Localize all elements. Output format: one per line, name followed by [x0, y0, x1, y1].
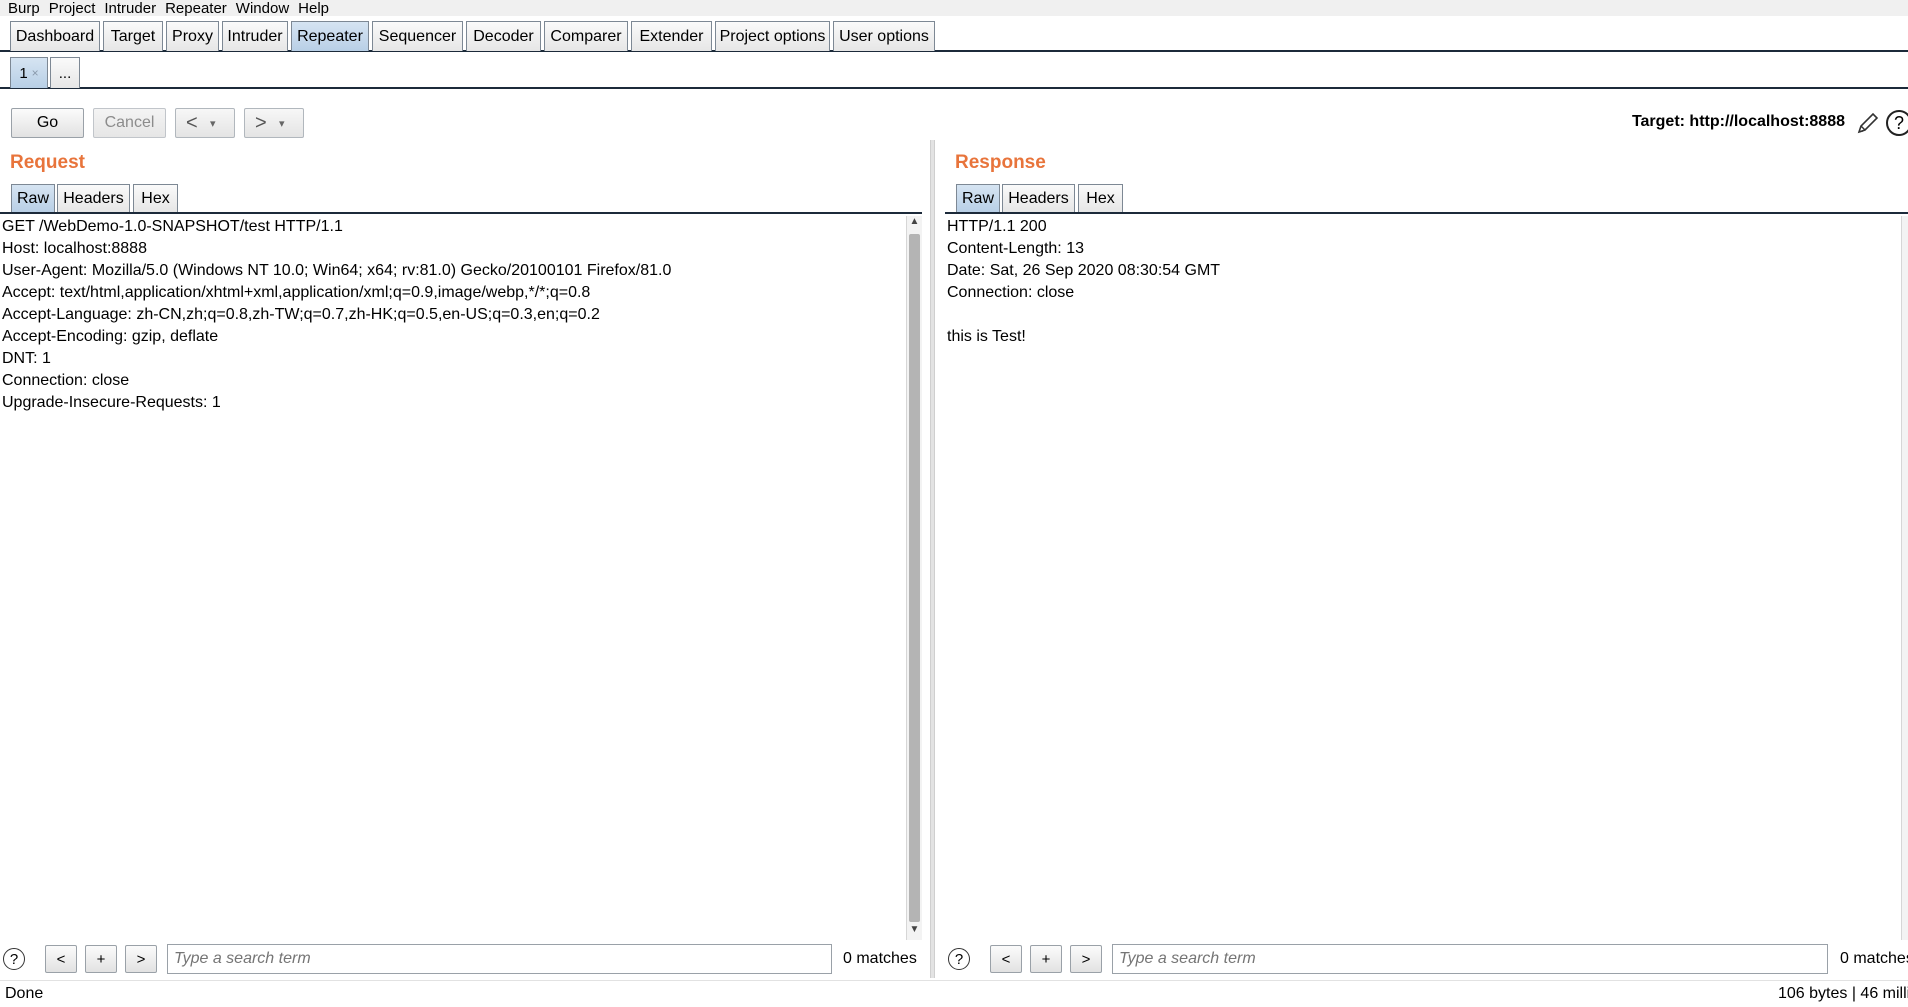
cancel-button[interactable]: Cancel [93, 108, 166, 138]
response-tab-underline [945, 212, 1908, 214]
request-search-help-icon[interactable]: ? [3, 948, 25, 970]
response-line: Connection: close [947, 284, 1075, 301]
response-tab-hex[interactable]: Hex [1078, 184, 1123, 212]
response-editor[interactable]: HTTP/1.1 200 Content-Length: 13 Date: Sa… [945, 216, 1901, 940]
request-line: Accept-Encoding: gzip, deflate [2, 328, 219, 345]
chevron-left-icon: < [186, 111, 198, 134]
request-tab-headers[interactable]: Headers [57, 184, 130, 212]
scrollbar-thumb[interactable] [909, 234, 920, 922]
request-line: GET /WebDemo-1.0-SNAPSHOT/test HTTP/1.1 [2, 218, 343, 235]
back-button[interactable]: < ▾ [175, 108, 235, 138]
repeater-tab-bar: 1 × ... [0, 52, 1908, 89]
close-icon[interactable]: × [32, 66, 39, 80]
request-line: Connection: close [2, 372, 130, 389]
response-stats: 106 bytes | 46 millis [1778, 985, 1908, 1003]
tab-extender[interactable]: Extender [631, 21, 712, 51]
tab-decoder[interactable]: Decoder [466, 21, 541, 51]
repeater-tab-label: 1 [19, 64, 28, 82]
scroll-up-icon[interactable]: ▲ [907, 216, 922, 232]
split-pane-divider[interactable] [930, 140, 935, 978]
response-match-count: 0 matches [1840, 950, 1908, 967]
request-match-count: 0 matches [843, 950, 917, 967]
help-icon[interactable]: ? [1886, 110, 1908, 136]
go-button[interactable]: Go [11, 108, 84, 138]
request-search-next-button[interactable]: > [125, 945, 157, 973]
response-search-input[interactable] [1112, 944, 1828, 974]
request-title: Request [10, 152, 85, 173]
tab-comparer[interactable]: Comparer [544, 21, 628, 51]
response-line: Content-Length: 13 [947, 240, 1084, 257]
menu-bar: Burp Project Intruder Repeater Window He… [0, 0, 1908, 16]
response-stats-text: 106 bytes | 46 millis [1778, 985, 1908, 1002]
menu-project[interactable]: Project [49, 1, 96, 16]
tab-repeater[interactable]: Repeater [291, 21, 369, 51]
response-line: this is Test! [947, 328, 1026, 345]
main-tab-bar: Dashboard Target Proxy Intruder Repeater… [0, 16, 1908, 52]
request-search-add-button[interactable]: + [85, 945, 117, 973]
dropdown-arrow-icon[interactable]: ▾ [279, 117, 285, 130]
response-tab-raw[interactable]: Raw [956, 184, 1000, 212]
request-line: Accept-Language: zh-CN,zh;q=0.8,zh-TW;q=… [2, 306, 600, 323]
response-search-next-button[interactable]: > [1070, 945, 1102, 973]
request-line: Host: localhost:8888 [2, 240, 147, 257]
request-search-prev-button[interactable]: < [45, 945, 77, 973]
menu-help[interactable]: Help [298, 1, 329, 16]
scroll-down-icon[interactable]: ▼ [907, 924, 922, 940]
request-line: Upgrade-Insecure-Requests: 1 [2, 394, 221, 411]
tab-user-options[interactable]: User options [833, 21, 935, 51]
tab-dashboard[interactable]: Dashboard [10, 21, 100, 51]
request-tab-raw[interactable]: Raw [11, 184, 55, 212]
tab-project-options[interactable]: Project options [715, 21, 830, 51]
request-line: DNT: 1 [2, 350, 51, 367]
menu-repeater[interactable]: Repeater [165, 1, 227, 16]
response-line: Date: Sat, 26 Sep 2020 08:30:54 GMT [947, 262, 1221, 279]
response-line: HTTP/1.1 200 [947, 218, 1047, 235]
tab-intruder[interactable]: Intruder [222, 21, 288, 51]
response-line [945, 304, 1901, 326]
response-scrollbar[interactable] [1901, 216, 1908, 940]
request-line: Accept: text/html,application/xhtml+xml,… [2, 284, 591, 301]
response-search-help-icon[interactable]: ? [948, 948, 970, 970]
status-bar: Done 106 bytes | 46 millis [0, 980, 1908, 1007]
tab-target[interactable]: Target [103, 21, 163, 51]
forward-button[interactable]: > ▾ [244, 108, 304, 138]
response-search-add-button[interactable]: + [1030, 945, 1062, 973]
new-tab-button[interactable]: ... [50, 57, 80, 88]
status-text: Done [5, 985, 44, 1002]
request-tab-hex[interactable]: Hex [133, 184, 178, 212]
tab-proxy[interactable]: Proxy [166, 21, 219, 51]
request-tab-underline [0, 212, 922, 214]
menu-burp[interactable]: Burp [8, 1, 40, 16]
request-search-input[interactable] [167, 944, 832, 974]
response-tab-headers[interactable]: Headers [1002, 184, 1075, 212]
target-label: Target: http://localhost:8888 [1631, 113, 1845, 130]
menu-intruder[interactable]: Intruder [104, 1, 156, 16]
edit-target-pencil-icon[interactable] [1855, 110, 1881, 136]
menu-window[interactable]: Window [236, 1, 289, 16]
request-line: User-Agent: Mozilla/5.0 (Windows NT 10.0… [2, 262, 672, 279]
chevron-right-icon: > [255, 111, 267, 134]
repeater-tab-1[interactable]: 1 × [10, 57, 48, 88]
dropdown-arrow-icon[interactable]: ▾ [210, 117, 216, 130]
tab-sequencer[interactable]: Sequencer [372, 21, 463, 51]
request-editor[interactable]: GET /WebDemo-1.0-SNAPSHOT/test HTTP/1.1 … [0, 216, 906, 940]
request-scrollbar[interactable]: ▲ ▼ [906, 216, 922, 940]
response-search-prev-button[interactable]: < [990, 945, 1022, 973]
response-title: Response [955, 152, 1046, 173]
